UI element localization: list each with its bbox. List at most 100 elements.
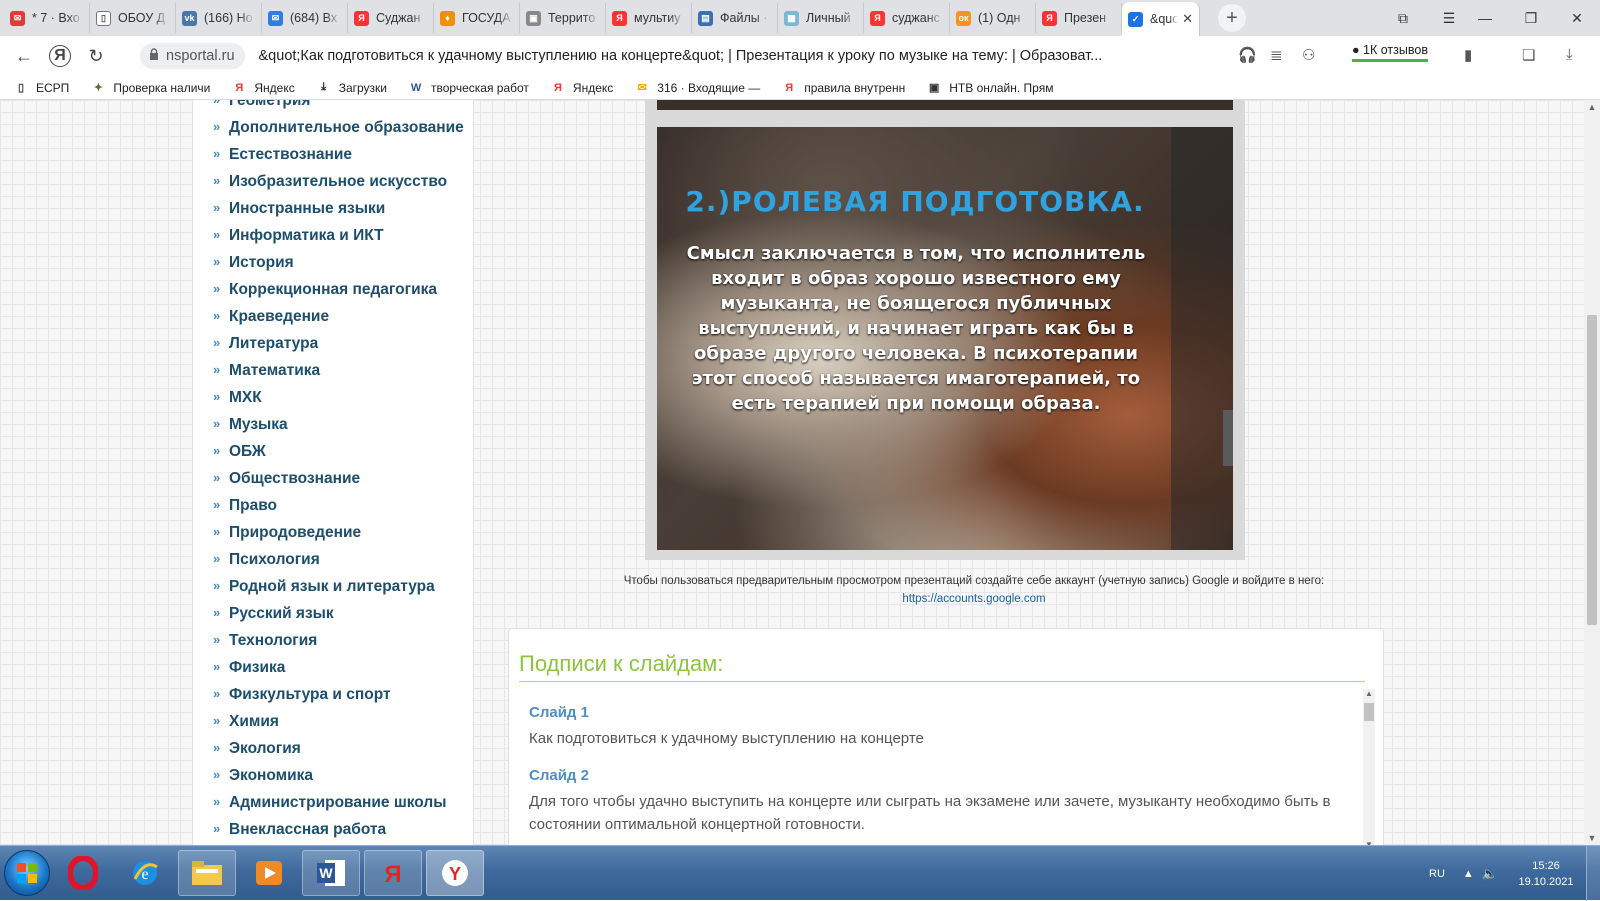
browser-tab[interactable]: ок (1) Одн bbox=[950, 3, 1036, 33]
subject-link[interactable]: » Дополнительное образование bbox=[193, 115, 473, 140]
scroll-up-icon[interactable]: ▲ bbox=[1363, 689, 1375, 698]
bookmark-item[interactable]: Я Яндекс bbox=[232, 81, 294, 95]
bookmark-item[interactable]: Wтворческая работ bbox=[409, 81, 529, 95]
file-explorer-icon[interactable] bbox=[178, 850, 236, 896]
browser-tab[interactable]: Ямультиу bbox=[606, 3, 692, 33]
browser-tab[interactable]: ✉ (684) Вх bbox=[262, 3, 348, 33]
captions-scroll-thumb[interactable] bbox=[1364, 703, 1374, 721]
start-button[interactable] bbox=[4, 850, 50, 896]
subject-link[interactable]: » Природоведение bbox=[193, 520, 473, 545]
opera-icon[interactable] bbox=[54, 850, 112, 896]
show-desktop-button[interactable] bbox=[1586, 846, 1600, 901]
bookmark-item[interactable]: Яправила внутренн bbox=[782, 81, 905, 95]
bookmark-icon[interactable]: ▮ bbox=[1464, 46, 1472, 64]
subject-link[interactable]: » Экология bbox=[193, 736, 473, 761]
browser-tab[interactable]: ▤ Файлы · bbox=[692, 3, 778, 33]
subject-link[interactable]: » Технология bbox=[193, 628, 473, 653]
subject-link[interactable]: » Администрирование школы bbox=[193, 790, 473, 815]
subject-label: Информатика и ИКТ bbox=[229, 227, 384, 244]
captions-scrollbar[interactable]: ▲ ▼ bbox=[1363, 689, 1375, 845]
bookmark-label: Яндекс bbox=[254, 80, 295, 95]
bookmark-item[interactable]: ▯ ЕСРП bbox=[14, 81, 69, 95]
subject-link[interactable]: » Родной язык и литература bbox=[193, 574, 473, 599]
subject-link[interactable]: » Математика bbox=[193, 358, 473, 383]
subject-link[interactable]: » Физкультура и спорт bbox=[193, 682, 473, 707]
subject-link[interactable]: » Русский язык bbox=[193, 601, 473, 626]
subject-link[interactable]: » Коррекционная педагогика bbox=[193, 277, 473, 302]
bullet-icon: » bbox=[213, 173, 221, 188]
subject-link[interactable]: » Естествознание bbox=[193, 142, 473, 167]
yandex-browser-icon[interactable]: Я bbox=[364, 850, 422, 896]
page-scrollbar[interactable]: ▲ ▼ bbox=[1584, 100, 1600, 845]
subject-link[interactable]: » Химия bbox=[193, 709, 473, 734]
browser-tab[interactable]: ✓ &quo ✕ bbox=[1122, 2, 1200, 36]
browser-tab[interactable]: ▯ ОБОУ Д bbox=[90, 3, 176, 33]
language-indicator[interactable]: RU bbox=[1429, 868, 1445, 880]
slide-image[interactable]: 2.)РОЛЕВАЯ ПОДГОТОВКА. Смысл заключается… bbox=[657, 127, 1233, 550]
bookmark-item[interactable]: ✦ Проверка наличи bbox=[91, 81, 211, 95]
subject-link[interactable]: » Музыка bbox=[193, 412, 473, 437]
page-scroll-down-icon[interactable]: ▼ bbox=[1584, 833, 1600, 843]
new-tab-button[interactable]: + bbox=[1218, 4, 1246, 32]
close-tab-icon[interactable]: ✕ bbox=[1182, 11, 1193, 27]
internet-explorer-icon[interactable]: e bbox=[116, 850, 174, 896]
media-player-icon[interactable] bbox=[240, 850, 298, 896]
subject-link[interactable]: » История bbox=[193, 250, 473, 275]
domain-pill[interactable]: nsportal.ru bbox=[140, 43, 245, 69]
browser-tab[interactable]: ▦ Личный bbox=[778, 3, 864, 33]
bookmark-item[interactable]: ⤓ Загрузки bbox=[317, 81, 387, 95]
bullet-icon: » bbox=[213, 632, 221, 647]
minimize-button[interactable]: — bbox=[1462, 0, 1508, 36]
bullet-icon: » bbox=[213, 659, 221, 674]
maximize-button[interactable]: ❐ bbox=[1508, 0, 1554, 36]
browser-tab[interactable]: ✉ * 7 · Вхо bbox=[4, 3, 90, 33]
windows-logo-icon bbox=[17, 863, 37, 883]
collections-icon[interactable]: ❏ bbox=[1522, 46, 1535, 64]
subject-link[interactable]: » Обществознание bbox=[193, 466, 473, 491]
bookmark-item[interactable]: Я Яндекс bbox=[551, 81, 613, 95]
page-scroll-thumb[interactable] bbox=[1587, 315, 1597, 625]
reload-icon[interactable]: ↻ bbox=[78, 38, 114, 74]
yandex-home-icon[interactable]: Я bbox=[49, 45, 71, 67]
url-field[interactable]: nsportal.ru &quot;Как подготовиться к уд… bbox=[140, 41, 1210, 71]
subject-link[interactable]: » Изобразительное искусство bbox=[193, 169, 473, 194]
subject-link[interactable]: » Физика bbox=[193, 655, 473, 680]
bookmark-item[interactable]: ✉ 316 · Входящие — bbox=[635, 81, 761, 95]
reviews-badge[interactable]: ● 1К отзывов bbox=[1352, 43, 1428, 62]
browser-tab[interactable]: Я Суджан bbox=[348, 3, 434, 33]
subject-link[interactable]: » Иностранные языки bbox=[193, 196, 473, 221]
subject-link[interactable]: » Краеведение bbox=[193, 304, 473, 329]
subject-link[interactable]: » МХК bbox=[193, 385, 473, 410]
tabs-overview-icon[interactable]: ⧉ bbox=[1380, 0, 1426, 36]
subject-link[interactable]: » Литература bbox=[193, 331, 473, 356]
back-icon[interactable]: ← bbox=[6, 38, 42, 74]
slide-handle[interactable] bbox=[1223, 410, 1233, 466]
bookmark-item[interactable]: ▣ НТВ онлайн. Прям bbox=[927, 81, 1053, 95]
browser-tab[interactable]: vk (166) Но bbox=[176, 3, 262, 33]
close-window-button[interactable]: ✕ bbox=[1554, 0, 1600, 36]
slide-caption-text: Для того чтобы удачно выступить на конце… bbox=[529, 793, 1331, 833]
subject-link[interactable]: » Психология bbox=[193, 547, 473, 572]
headphones-icon[interactable]: 🎧 bbox=[1238, 46, 1257, 64]
browser-tab[interactable]: Ясуджанс bbox=[864, 3, 950, 33]
subject-link[interactable]: » Информатика и ИКТ bbox=[193, 223, 473, 248]
protect-icon[interactable]: ⚇ bbox=[1302, 46, 1315, 64]
browser-tab[interactable]: ♦ ГОСУДА bbox=[434, 3, 520, 33]
download-icon[interactable]: ⤓ bbox=[1566, 46, 1573, 63]
yandex-icon[interactable]: Y bbox=[426, 850, 484, 896]
browser-tab[interactable]: Я Презен bbox=[1036, 3, 1122, 33]
subject-link[interactable]: » Геометрия bbox=[193, 100, 473, 113]
google-accounts-link[interactable]: https://accounts.google.com bbox=[902, 593, 1045, 605]
page-scroll-up-icon[interactable]: ▲ bbox=[1584, 102, 1600, 112]
reader-icon[interactable]: ≣ bbox=[1270, 46, 1283, 64]
subject-link[interactable]: » ОБЖ bbox=[193, 439, 473, 464]
clock[interactable]: 15:26 19.10.2021 bbox=[1506, 858, 1586, 890]
tray-arrow-icon[interactable]: ▲ bbox=[1463, 868, 1474, 880]
subject-link[interactable]: » Внеклассная работа bbox=[193, 817, 473, 842]
word-icon[interactable]: W bbox=[302, 850, 360, 896]
browser-tab[interactable]: ▣ Террито bbox=[520, 3, 606, 33]
subject-link[interactable]: » Право bbox=[193, 493, 473, 518]
speaker-icon[interactable]: 🔈 bbox=[1482, 866, 1498, 882]
subject-link[interactable]: » Экономика bbox=[193, 763, 473, 788]
tab-title: суджанс bbox=[892, 11, 940, 25]
